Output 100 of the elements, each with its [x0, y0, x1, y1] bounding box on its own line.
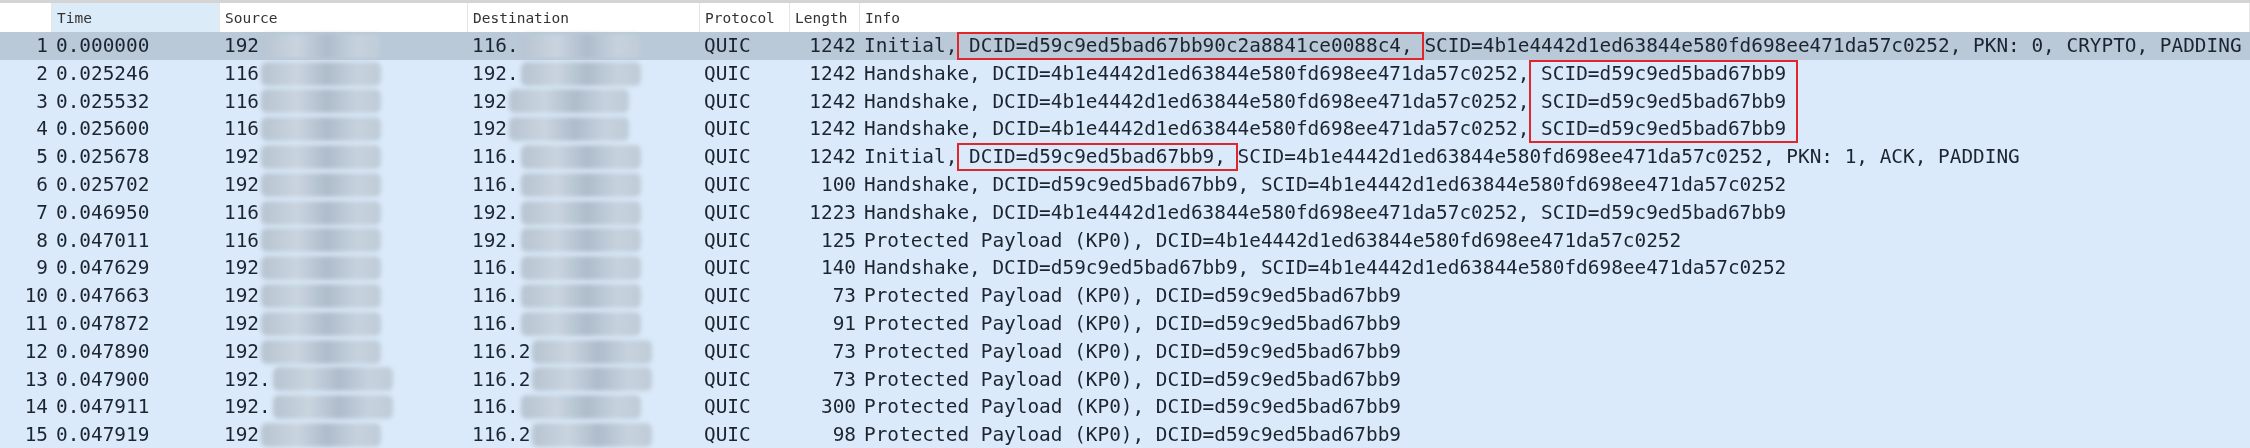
packet-number: 1 — [36, 33, 48, 59]
packet-number: 13 — [24, 366, 48, 393]
packet-number: 4 — [36, 116, 48, 143]
time-cell-text: 0.047629 — [56, 255, 150, 282]
info-text: Protected Payload (KP0), DCID=d59c9ed5bad67bb9 — [864, 310, 1401, 337]
packet-number: 7 — [36, 199, 48, 226]
protocol-cell-text: QUIC — [704, 116, 751, 143]
column-header[interactable]: Time — [52, 3, 220, 32]
info-text: Handshake, DCID=4b1e4442d1ed63844e580fd698ee471da57c0252, SCID=d59c9ed5bad67bb9 — [864, 87, 1798, 116]
info-text: Handshake, DCID=4b1e4442d1ed63844e580fd698ee471da57c0252, SCID=d59c9ed5bad67bb9 — [864, 59, 1798, 88]
source-address: 192 — [224, 283, 260, 310]
source-address: 192. — [224, 394, 271, 421]
source-address: 192 — [224, 144, 260, 171]
info-text: Protected Payload (KP0), DCID=4b1e4442d1ed63844e580fd698ee471da57c0252 — [864, 227, 1682, 254]
time-cell-text: 0.025246 — [56, 60, 150, 87]
length-cell-text: 1242 — [809, 33, 856, 59]
info-text: Protected Payload (KP0), DCID=d59c9ed5bad67bb9 — [864, 394, 1401, 421]
source-address: 116 — [224, 60, 260, 87]
length-cell-text: 73 — [832, 283, 856, 310]
destination-address: 192 — [472, 116, 508, 143]
length-cell-text: 1242 — [809, 144, 856, 171]
destination-address: 116.2 — [472, 366, 531, 393]
source-address: 192 — [224, 310, 260, 337]
source-address: 192 — [224, 33, 260, 59]
time-cell-text: 0.047919 — [56, 422, 150, 448]
length-cell-text: 98 — [832, 422, 856, 448]
protocol-cell-text: QUIC — [704, 422, 751, 448]
time-cell-text: 0.000000 — [56, 33, 150, 59]
source-address: 192. — [224, 366, 271, 393]
info-text: Handshake, DCID=4b1e4442d1ed63844e580fd698ee471da57c0252, SCID=d59c9ed5bad67bb9 — [864, 199, 1787, 226]
protocol-cell-text: QUIC — [704, 172, 751, 198]
destination-address: 116. — [472, 144, 519, 171]
info-text: Protected Payload (KP0), DCID=d59c9ed5bad67bb9 — [864, 366, 1401, 393]
time-cell-text: 0.047663 — [56, 283, 150, 310]
time-cell-text: 0.047011 — [56, 227, 150, 254]
length-cell-text: 1242 — [809, 88, 856, 115]
length-cell-text: 1242 — [809, 116, 856, 143]
destination-address: 116. — [472, 255, 519, 282]
packet-number: 11 — [24, 310, 48, 337]
length-cell-text: 140 — [820, 255, 856, 282]
info-text: Initial, DCID=d59c9ed5bad67bb9, SCID=4b1e4442d1ed63844e580fd698ee471da57c0252, PKN: 1, ACK, PADDING — [864, 143, 2020, 171]
info-text: Protected Payload (KP0), DCID=d59c9ed5bad67bb9 — [864, 283, 1401, 310]
protocol-cell-text: QUIC — [704, 199, 751, 226]
protocol-cell-text: QUIC — [704, 88, 751, 115]
destination-address: 116. — [472, 394, 519, 421]
protocol-cell-text: QUIC — [704, 310, 751, 337]
packet-number: 6 — [36, 172, 48, 198]
protocol-cell-text: QUIC — [704, 60, 751, 87]
length-cell-text: 100 — [820, 172, 856, 198]
packet-row[interactable]: 1 0.000000 192 116. QUIC 1242 Initial, DCID=d59c9ed5bad67bb90c2a8841ce0088c4, SCID=4b1e4442d1ed63844e580fd698ee471da57c0252, PKN: 0, CRYPTO, PADDING — [0, 32, 2250, 60]
length-cell-text: 1223 — [809, 199, 856, 226]
length-cell-text: 1242 — [809, 60, 856, 87]
info-text: Handshake, DCID=d59c9ed5bad67bb9, SCID=4b1e4442d1ed63844e580fd698ee471da57c0252 — [864, 172, 1787, 198]
destination-address: 116.2 — [472, 422, 531, 448]
protocol-cell-text: QUIC — [704, 33, 751, 59]
time-cell-text: 0.047890 — [56, 338, 150, 365]
destination-address: 116.2 — [472, 338, 531, 365]
time-cell-text: 0.025532 — [56, 88, 150, 115]
source-address: 192 — [224, 338, 260, 365]
source-address: 116 — [224, 227, 260, 254]
destination-address: 192. — [472, 60, 519, 87]
destination-address: 116. — [472, 310, 519, 337]
time-cell-text: 0.047900 — [56, 366, 150, 393]
packet-number: 3 — [36, 88, 48, 115]
packet-number: 14 — [24, 394, 48, 421]
protocol-cell-text: QUIC — [704, 283, 751, 310]
length-cell-text: 73 — [832, 366, 856, 393]
packet-number: 9 — [36, 255, 48, 282]
info-text: Protected Payload (KP0), DCID=d59c9ed5bad67bb9 — [864, 422, 1401, 448]
info-text: Initial, DCID=d59c9ed5bad67bb90c2a8841ce0088c4, SCID=4b1e4442d1ed63844e580fd698ee471da57c0252, PKN: 0, CRYPTO, PADDING — [864, 32, 2242, 60]
protocol-cell-text: QUIC — [704, 366, 751, 393]
protocol-cell-text: QUIC — [704, 144, 751, 171]
time-cell-text: 0.047911 — [56, 394, 150, 421]
packet-number: 8 — [36, 227, 48, 254]
time-cell-text: 0.025678 — [56, 144, 150, 171]
destination-address: 116. — [472, 33, 519, 59]
info-text: Handshake, DCID=d59c9ed5bad67bb9, SCID=4b1e4442d1ed63844e580fd698ee471da57c0252 — [864, 255, 1787, 282]
source-address: 192 — [224, 422, 260, 448]
length-cell-text: 91 — [832, 310, 856, 337]
protocol-cell-text: QUIC — [704, 394, 751, 421]
packet-number: 2 — [36, 60, 48, 87]
source-address: 116 — [224, 88, 260, 115]
packet-number: 12 — [24, 338, 48, 365]
destination-address: 192 — [472, 88, 508, 115]
time-cell-text: 0.025702 — [56, 172, 150, 198]
time-cell-text: 0.025600 — [56, 116, 150, 143]
packet-number: 10 — [24, 283, 48, 310]
destination-address: 116. — [472, 172, 519, 198]
protocol-cell-text: QUIC — [704, 338, 751, 365]
source-address: 192 — [224, 255, 260, 282]
packet-number: 15 — [24, 422, 48, 448]
destination-address: 116. — [472, 283, 519, 310]
destination-address: 192. — [472, 227, 519, 254]
length-cell-text: 73 — [832, 338, 856, 365]
info-text: Protected Payload (KP0), DCID=d59c9ed5bad67bb9 — [864, 338, 1401, 365]
source-address: 116 — [224, 116, 260, 143]
time-cell-text: 0.047872 — [56, 310, 150, 337]
protocol-cell-text: QUIC — [704, 255, 751, 282]
source-address: 116 — [224, 199, 260, 226]
length-cell-text: 300 — [820, 394, 856, 421]
